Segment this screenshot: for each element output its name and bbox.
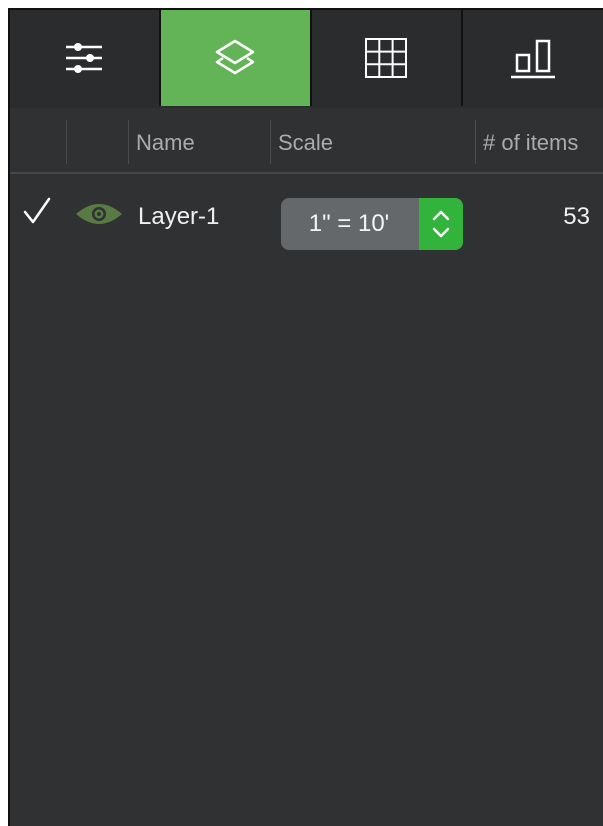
- tab-grid[interactable]: [312, 10, 463, 106]
- column-divider: [128, 120, 129, 164]
- scale-select[interactable]: 1" = 10': [281, 198, 463, 250]
- layers-icon: [216, 39, 255, 75]
- item-count: 53: [563, 203, 590, 230]
- sliders-icon: [66, 43, 103, 73]
- tab-settings[interactable]: [10, 10, 161, 106]
- column-header-name[interactable]: Name: [136, 130, 195, 156]
- stepper-button[interactable]: [419, 198, 463, 250]
- column-divider: [66, 120, 67, 164]
- column-divider: [270, 120, 271, 164]
- layers-panel: Name Scale # of items Layer-1 1" = 10' 5…: [8, 8, 603, 826]
- toolbar: [10, 10, 603, 110]
- tab-layers[interactable]: [160, 10, 312, 106]
- tab-chart[interactable]: [463, 10, 603, 106]
- eye-icon[interactable]: [74, 200, 124, 233]
- grid-icon: [365, 38, 408, 78]
- column-divider: [475, 120, 476, 164]
- checkmark-icon[interactable]: [22, 196, 52, 231]
- bar-chart-icon: [510, 39, 555, 79]
- table-row[interactable]: Layer-1 1" = 10' 53: [10, 174, 603, 254]
- chevron-up-down-icon: [432, 210, 450, 238]
- layer-name[interactable]: Layer-1: [138, 203, 219, 231]
- column-header-items[interactable]: # of items: [483, 130, 578, 156]
- scale-value: 1" = 10': [308, 210, 390, 237]
- table-header: Name Scale # of items: [10, 108, 603, 174]
- column-header-scale[interactable]: Scale: [278, 130, 333, 156]
